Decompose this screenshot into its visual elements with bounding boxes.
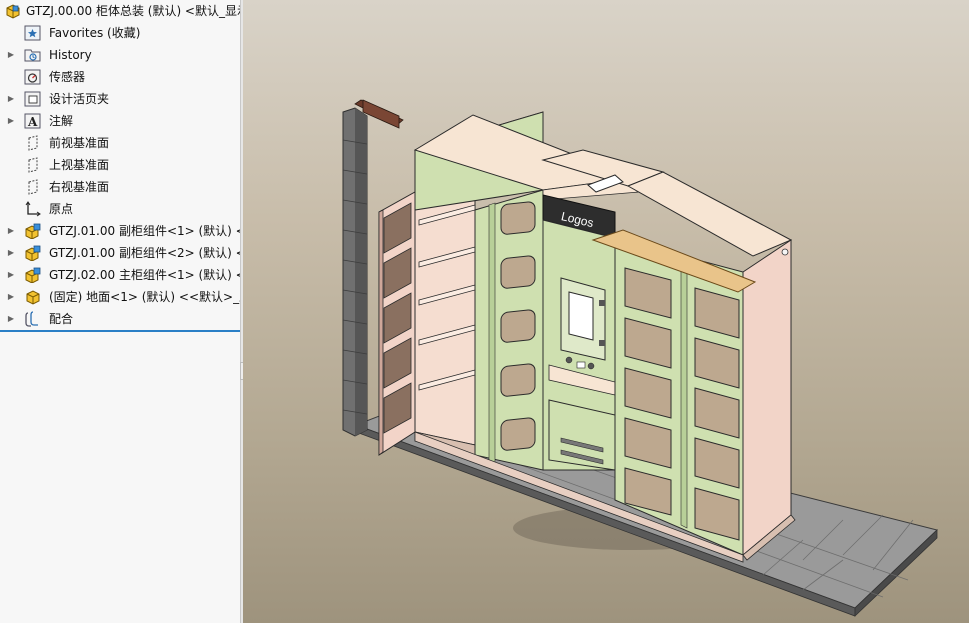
expand-arrow-icon[interactable]: ▶ [6,44,16,66]
tree-item[interactable]: ▶ A 注解 [0,110,240,132]
mates-icon [24,311,42,327]
origin-icon [24,201,42,217]
subassembly-icon [24,223,42,240]
expand-arrow-icon[interactable]: ▶ [6,286,16,308]
cabinet-left-lockers [474,189,544,471]
tree-item-label: (固定) 地面<1> (默认) <<默认>_显 [49,290,240,304]
graphics-viewport[interactable]: Logos [243,0,969,623]
tree-item-label: 配合 [49,312,74,326]
expand-arrow-icon[interactable]: ▶ [6,88,16,110]
tree-item-label: 传感器 [49,70,86,84]
tree-item-label: History [49,48,92,62]
tree-item-label: GTZJ.01.00 副柜组件<2> (默认) <默 [49,246,240,260]
tree-root-assembly[interactable]: GTZJ.00.00 柜体总装 (默认) <默认_显示 [0,0,240,22]
tree-item-label: 注解 [49,114,74,128]
fixed-part-icon [24,289,42,305]
tree-item[interactable]: ▶ History [0,44,240,66]
tree-item[interactable]: ▶ (固定) 地面<1> (默认) <<默认>_显 [0,286,240,308]
feature-manager-tree: GTZJ.00.00 柜体总装 (默认) <默认_显示 Favorites (收… [0,0,240,623]
tree-root-label: GTZJ.00.00 柜体总装 (默认) <默认_显示 [26,4,240,18]
tree-item[interactable]: ▶ GTZJ.01.00 副柜组件<2> (默认) <默 [0,242,240,264]
sensor-icon [24,69,42,85]
favorites-icon [24,25,42,41]
tree-item[interactable]: 上视基准面 [0,154,240,176]
expand-arrow-icon[interactable]: ▶ [6,264,16,286]
subassembly-icon [24,245,42,262]
tree-item-label: 前视基准面 [49,136,110,150]
plane-icon [24,157,42,173]
tree-item[interactable]: ▶ GTZJ.02.00 主柜组件<1> (默认) <默 [0,264,240,286]
panel-keypad-icon [599,300,605,306]
tree-item-label: 原点 [49,202,74,216]
expand-arrow-icon[interactable]: ▶ [6,110,16,132]
tree-item[interactable]: 前视基准面 [0,132,240,154]
tree-item-label: GTZJ.02.00 主柜组件<1> (默认) <默 [49,268,240,282]
tree-item-label: 右视基准面 [49,180,110,194]
tree-item-label: 设计活页夹 [49,92,110,106]
plane-icon [24,179,42,195]
tree-item-label: Favorites (收藏) [49,26,141,40]
tree-item[interactable]: 原点 [0,198,240,220]
tree-item[interactable]: Favorites (收藏) [0,22,240,44]
expand-arrow-icon[interactable]: ▶ [6,220,16,242]
tree-rollback-divider [0,330,240,332]
subassembly-icon [24,267,42,284]
expand-arrow-icon[interactable]: ▶ [6,308,16,330]
tree-item-label: GTZJ.01.00 副柜组件<1> (默认) <默 [49,224,240,238]
expand-arrow-icon[interactable]: ▶ [6,242,16,264]
tree-item[interactable]: 右视基准面 [0,176,240,198]
tree-item[interactable]: 传感器 [0,66,240,88]
assembly-icon [4,3,22,19]
cabinet-right-lockers [614,237,796,561]
tree-item[interactable]: ▶ 设计活页夹 [0,88,240,110]
3d-model-view: Logos [342,99,939,617]
annotation-icon: A [24,113,42,129]
open-door-left [378,191,416,456]
tree-item[interactable]: ▶ GTZJ.01.00 副柜组件<1> (默认) <默 [0,220,240,242]
history-icon [24,47,42,63]
main-cabinet-center [542,219,616,471]
tree-item[interactable]: ▶ 配合 [0,308,240,330]
plane-icon [24,135,42,151]
design-binder-icon [24,91,42,107]
tree-item-label: 上视基准面 [49,158,110,172]
svg-text:A: A [27,115,38,129]
